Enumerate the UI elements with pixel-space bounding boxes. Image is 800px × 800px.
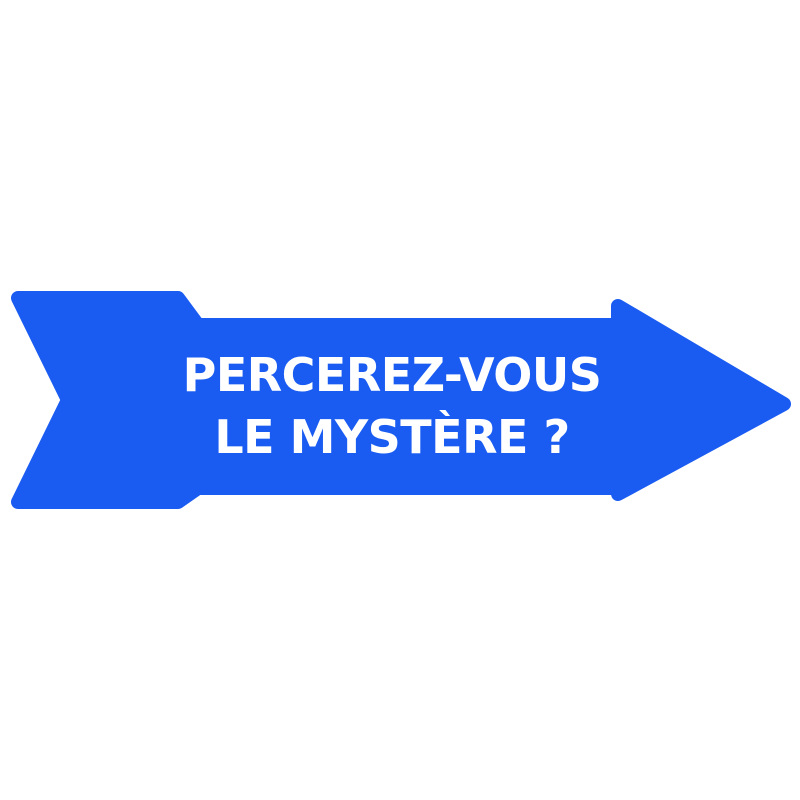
sign-line-2: LE MYSTÈRE ? [214, 410, 569, 464]
arrow-sign: PERCEREZ-VOUS LE MYSTÈRE ? [11, 291, 791, 509]
sign-line-1: PERCEREZ-VOUS [183, 348, 602, 402]
